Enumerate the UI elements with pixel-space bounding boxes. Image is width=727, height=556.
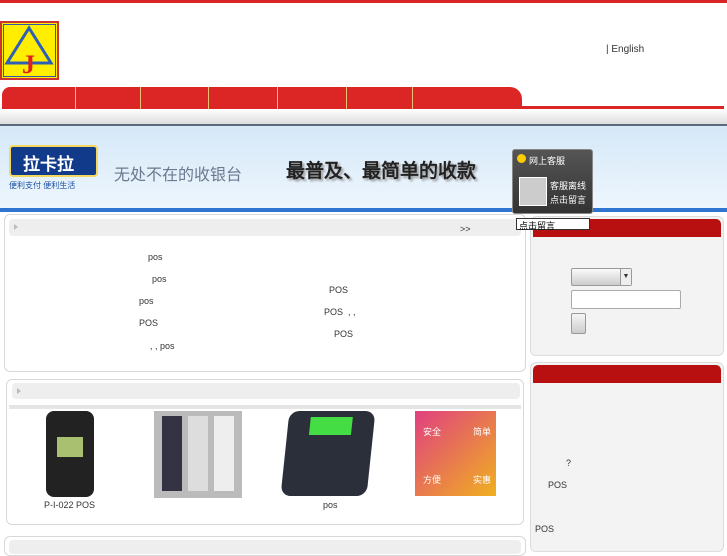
news-header: >>	[9, 219, 521, 236]
product-image-promo[interactable]: 安全 简单 方便 实惠	[415, 411, 496, 496]
top-border	[0, 0, 727, 3]
nav-item[interactable]	[141, 87, 209, 109]
info-item[interactable]: POS	[548, 480, 567, 490]
search-input[interactable]	[571, 290, 681, 309]
avatar	[519, 177, 547, 206]
nav-item[interactable]	[209, 87, 278, 109]
chat-status: 客服离线	[550, 181, 587, 191]
banner-border	[0, 208, 727, 212]
nav-item[interactable]	[2, 87, 76, 109]
info-item[interactable]: ?	[566, 458, 571, 468]
news-item[interactable]: POS	[334, 329, 353, 339]
chevron-down-icon: ▼	[620, 269, 631, 285]
promo-word: 简单	[473, 427, 492, 437]
promo-word: 方便	[423, 475, 442, 485]
arrow-icon	[14, 224, 18, 230]
news-item[interactable]: , , pos	[150, 341, 175, 351]
divider	[9, 405, 521, 409]
promo-word: 实惠	[473, 475, 492, 485]
product-image-pos-terminal[interactable]	[46, 411, 94, 497]
news-item[interactable]: pos	[148, 252, 163, 262]
promo-word: 安全	[423, 427, 442, 437]
lakala-logo: 拉卡拉	[9, 145, 98, 177]
more-link[interactable]: >>	[460, 224, 471, 234]
news-item[interactable]: pos	[152, 274, 167, 284]
news-box: >> pos pos pos POS , , pos POS POS , , P…	[4, 214, 526, 372]
chat-title: 网上客服	[529, 156, 566, 166]
product-caption[interactable]: P-I-022 POS	[44, 500, 95, 510]
search-box: ▼	[530, 216, 724, 356]
online-service-widget[interactable]: 网上客服 客服离线 点击留言	[512, 149, 593, 214]
english-link[interactable]: | English	[606, 44, 644, 55]
arrow-icon	[17, 388, 21, 394]
brand-subtitle: 便利支付 便利生活	[9, 181, 76, 190]
svg-text:J: J	[22, 50, 35, 78]
tooltip: 点击留言	[516, 218, 590, 231]
news-item[interactable]: POS	[139, 318, 158, 328]
qq-icon	[517, 154, 526, 163]
nav-item[interactable]	[347, 87, 413, 109]
product-image-handheld[interactable]	[154, 411, 242, 498]
info-item[interactable]: POS	[535, 524, 554, 534]
sub-nav-bar	[0, 109, 727, 124]
product-image-pinpad[interactable]	[280, 411, 376, 496]
main-nav	[2, 87, 724, 109]
category-select[interactable]: ▼	[571, 268, 632, 286]
brand-name: 拉卡拉	[23, 155, 74, 175]
company-logo[interactable]: J	[0, 21, 59, 80]
leave-message-link[interactable]: 点击留言	[550, 193, 586, 206]
news-item[interactable]: POS , ,	[324, 307, 356, 317]
slogan-2: 最普及、最简单的收款	[286, 160, 477, 182]
news-item[interactable]: pos	[139, 296, 154, 306]
info-header	[533, 365, 721, 383]
next-box	[4, 536, 526, 556]
news-item[interactable]: POS	[329, 285, 348, 295]
product-caption[interactable]: pos	[323, 500, 338, 510]
info-box: ? POS POS	[530, 362, 724, 552]
products-header	[12, 383, 520, 399]
nav-item[interactable]	[278, 87, 347, 109]
search-button[interactable]	[571, 313, 586, 334]
slogan-1: 无处不在的收银台	[114, 165, 243, 184]
nav-item[interactable]	[76, 87, 141, 109]
